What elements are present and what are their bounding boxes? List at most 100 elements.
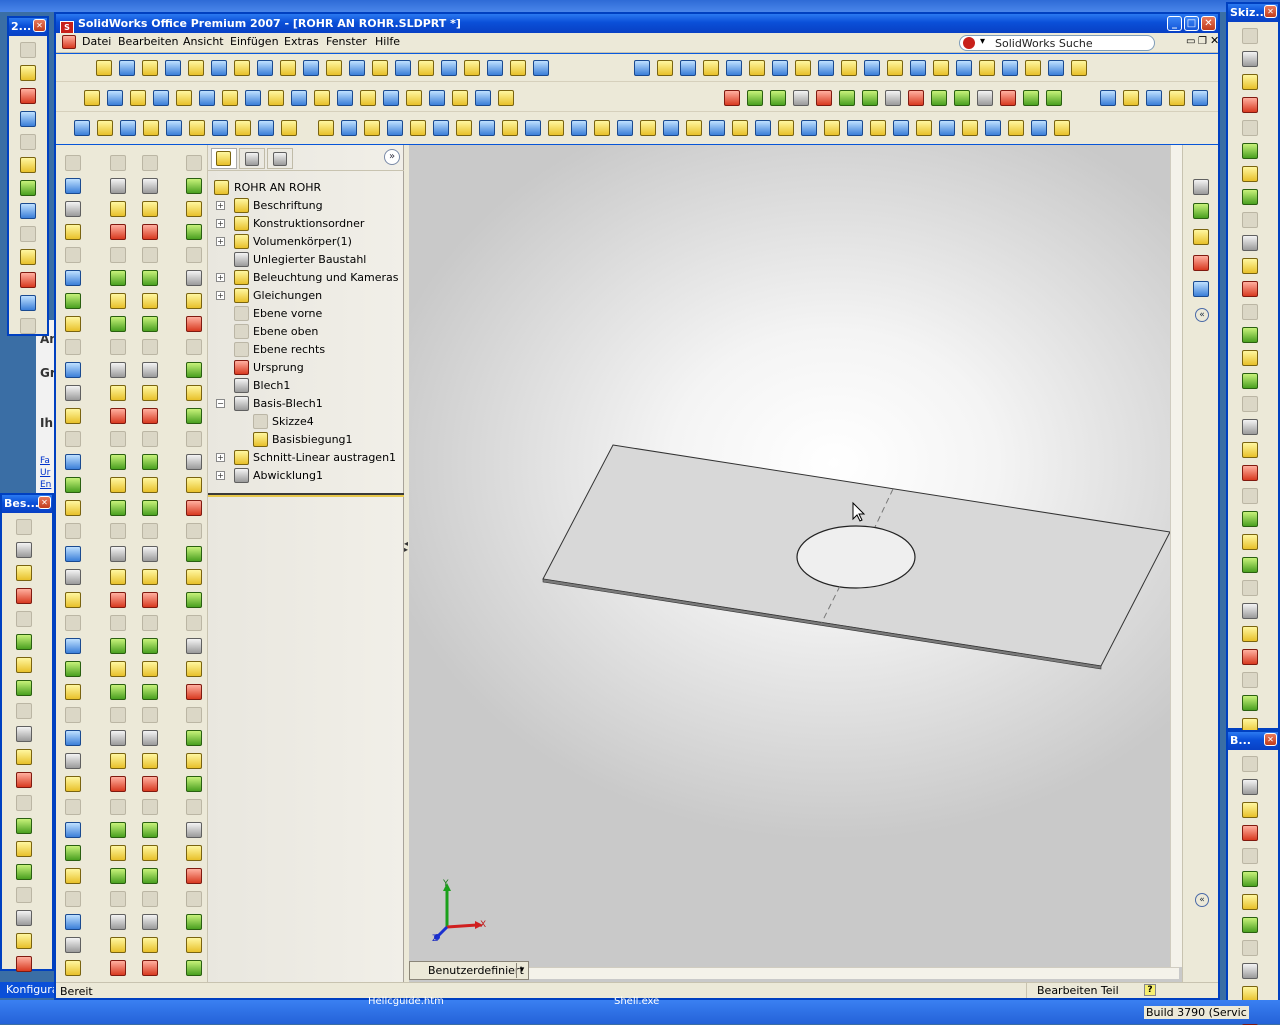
toolbar-icon[interactable]: [65, 385, 81, 401]
toolbar-icon[interactable]: [502, 120, 518, 136]
tree-item[interactable]: Skizze4: [210, 413, 400, 431]
toolbar-icon[interactable]: [20, 65, 36, 81]
toolbar-icon[interactable]: [142, 500, 158, 516]
toolbar-icon[interactable]: [956, 60, 972, 76]
toolbar-icon[interactable]: [887, 60, 903, 76]
expand-toggle[interactable]: +: [216, 471, 225, 480]
toolbar-icon[interactable]: [186, 845, 202, 861]
toolbar-icon[interactable]: [1242, 304, 1258, 320]
toolbar-icon[interactable]: [16, 795, 32, 811]
toolbar-icon[interactable]: [142, 891, 158, 907]
toolbar-icon[interactable]: [1242, 235, 1258, 251]
toolbar-icon[interactable]: [1242, 327, 1258, 343]
toolbar-icon[interactable]: [65, 178, 81, 194]
toolbar-icon[interactable]: [985, 120, 1001, 136]
toolbar-icon[interactable]: [142, 868, 158, 884]
toolbar-icon[interactable]: [1242, 534, 1258, 550]
toolbar-icon[interactable]: [1242, 74, 1258, 90]
toolbar-icon[interactable]: [65, 569, 81, 585]
toolbar-icon[interactable]: [186, 201, 202, 217]
toolbar-icon[interactable]: [65, 247, 81, 263]
toolbar-icon[interactable]: [65, 201, 81, 217]
toolbar-icon[interactable]: [749, 60, 765, 76]
toolbar-icon[interactable]: [186, 684, 202, 700]
toolbar-icon[interactable]: [186, 799, 202, 815]
toolbar-icon[interactable]: [16, 726, 32, 742]
toolbar-icon[interactable]: [142, 822, 158, 838]
toolbar-icon[interactable]: [234, 60, 250, 76]
toolbar-icon[interactable]: [801, 120, 817, 136]
toolbar-icon[interactable]: [186, 661, 202, 677]
toolbar-icon[interactable]: [1071, 60, 1087, 76]
toolbar-icon[interactable]: [862, 90, 878, 106]
toolbar-icon[interactable]: [16, 565, 32, 581]
toolbar-icon[interactable]: [186, 615, 202, 631]
toolbar-icon[interactable]: [186, 569, 202, 585]
toolbar-icon[interactable]: [110, 477, 126, 493]
toolbar-icon[interactable]: [20, 157, 36, 173]
toolbar-icon[interactable]: [142, 661, 158, 677]
toolbar-icon[interactable]: [110, 546, 126, 562]
menu-datei[interactable]: Datei: [82, 33, 111, 51]
toolbar-icon[interactable]: [548, 120, 564, 136]
expand-panel-button[interactable]: »: [384, 149, 400, 165]
toolbar-icon[interactable]: [142, 776, 158, 792]
toolbar-icon[interactable]: [977, 90, 993, 106]
toolbar-icon[interactable]: [1123, 90, 1139, 106]
tree-item[interactable]: Ursprung: [210, 359, 400, 377]
menu-ansicht[interactable]: Ansicht: [183, 33, 224, 51]
toolbar-icon[interactable]: [65, 224, 81, 240]
toolbar-icon[interactable]: [525, 120, 541, 136]
tab-configuration-manager[interactable]: [267, 148, 293, 169]
toolbar-icon[interactable]: [418, 60, 434, 76]
toolbar-icon[interactable]: [931, 90, 947, 106]
toolbar-icon[interactable]: [908, 90, 924, 106]
toolbar-icon[interactable]: [1169, 90, 1185, 106]
toolbar-icon[interactable]: [979, 60, 995, 76]
toolbar-icon[interactable]: [314, 90, 330, 106]
toolbar-icon[interactable]: [841, 60, 857, 76]
toolbar-icon[interactable]: [65, 822, 81, 838]
toolbar-icon[interactable]: [1192, 90, 1208, 106]
toolbar-icon[interactable]: [65, 500, 81, 516]
expand-toggle[interactable]: +: [216, 453, 225, 462]
toolbar-icon[interactable]: [864, 60, 880, 76]
toolbar-icon[interactable]: [142, 60, 158, 76]
toolbar-icon[interactable]: [188, 60, 204, 76]
toolbar-icon[interactable]: [1242, 442, 1258, 458]
toolbar-icon[interactable]: [65, 684, 81, 700]
toolbar-icon[interactable]: [110, 155, 126, 171]
toolbar-icon[interactable]: [142, 293, 158, 309]
toolbar-icon[interactable]: [142, 477, 158, 493]
taskbar-item[interactable]: Hellcguide.htm: [368, 996, 444, 1010]
toolbar-icon[interactable]: [1242, 779, 1258, 795]
toolbar-icon[interactable]: [186, 339, 202, 355]
toolbar-icon[interactable]: [110, 753, 126, 769]
toolbar-icon[interactable]: [153, 90, 169, 106]
toolbar-icon[interactable]: [186, 224, 202, 240]
toolbar-icon[interactable]: [110, 454, 126, 470]
file-explorer-icon[interactable]: [1193, 229, 1209, 245]
toolbar-icon[interactable]: [383, 90, 399, 106]
toolbar-icon[interactable]: [110, 523, 126, 539]
toolbar-icon[interactable]: [20, 42, 36, 58]
toolbar-icon[interactable]: [142, 799, 158, 815]
toolbar-icon[interactable]: [816, 90, 832, 106]
toolbar-icon[interactable]: [142, 316, 158, 332]
toolbar-icon[interactable]: [110, 868, 126, 884]
toolbar-icon[interactable]: [839, 90, 855, 106]
vertical-scrollbar[interactable]: [1170, 145, 1182, 967]
toolbar-icon[interactable]: [166, 120, 182, 136]
toolbar-icon[interactable]: [65, 454, 81, 470]
toolbar-icon[interactable]: [142, 454, 158, 470]
tree-item[interactable]: + Abwicklung1: [210, 467, 400, 485]
menu-hilfe[interactable]: Hilfe: [375, 33, 400, 51]
toolbar-icon[interactable]: [795, 60, 811, 76]
toolbar-icon[interactable]: [686, 120, 702, 136]
toolbar-icon[interactable]: [65, 638, 81, 654]
toolbar-icon[interactable]: [1000, 90, 1016, 106]
toolbar-icon[interactable]: [724, 90, 740, 106]
toolbar-icon[interactable]: [456, 120, 472, 136]
toolbar-icon[interactable]: [268, 90, 284, 106]
toolbar-icon[interactable]: [245, 90, 261, 106]
